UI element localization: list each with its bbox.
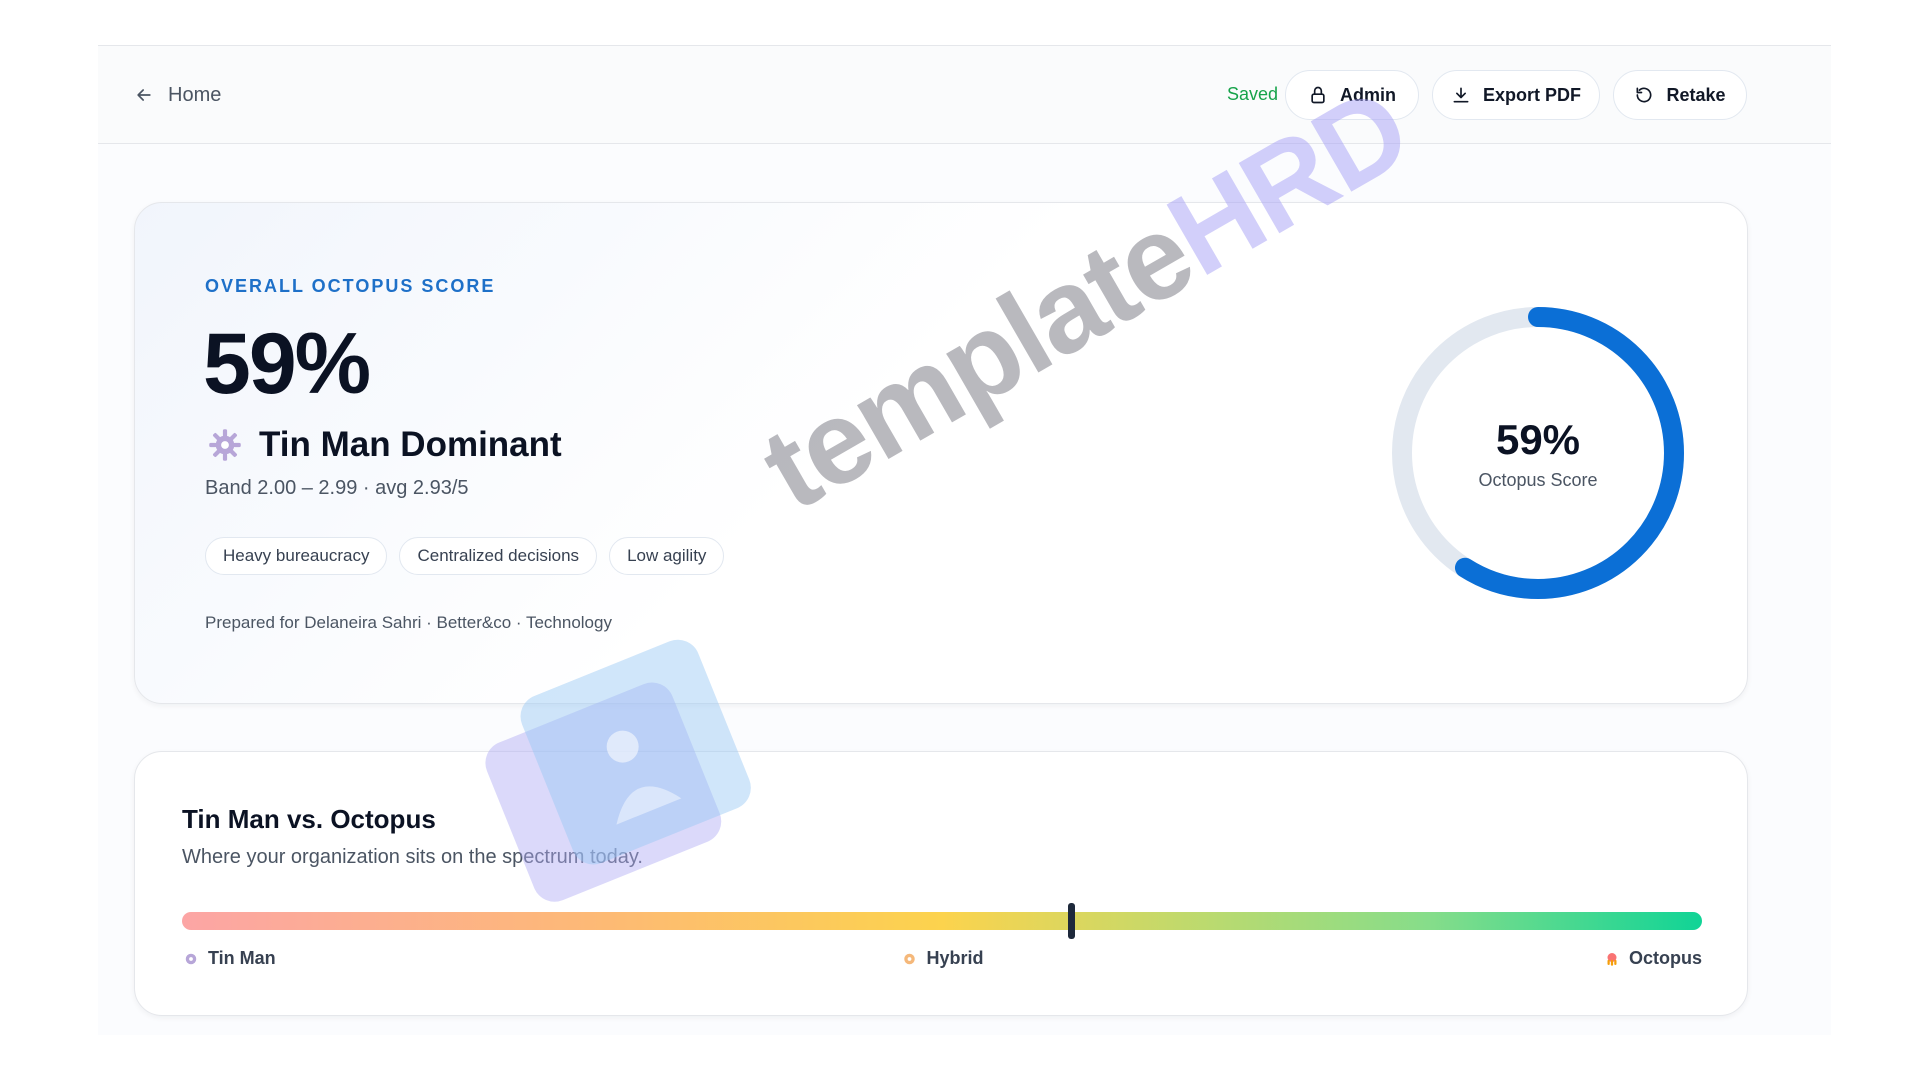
spectrum-bar (182, 903, 1702, 939)
type-row: Tin Man Dominant (207, 425, 562, 465)
tag-chip: Centralized decisions (399, 537, 598, 575)
retake-label: Retake (1666, 84, 1726, 105)
ring-center: 59% Octopus Score (1388, 303, 1688, 603)
type-title: Tin Man Dominant (259, 425, 562, 464)
top-bar: Home Saved Admin Export PDF Retake (98, 46, 1831, 144)
score-eyebrow: OVERALL OCTOPUS SCORE (205, 276, 496, 296)
export-pdf-button[interactable]: Export PDF (1432, 70, 1600, 120)
spectrum-label-octopus: Octopus (1603, 948, 1702, 969)
tag-chip: Heavy bureaucracy (205, 537, 388, 575)
home-link[interactable]: Home (134, 82, 221, 108)
saved-status: Saved (1227, 84, 1279, 104)
octopus-icon (1607, 952, 1617, 966)
hybrid-icon (904, 953, 915, 964)
spectrum-right-label: Octopus (1628, 948, 1702, 968)
gear-icon (185, 953, 197, 964)
refresh-icon (1636, 87, 1652, 103)
app-frame: Home Saved Admin Export PDF Retake OVERA… (98, 45, 1831, 1035)
admin-button[interactable]: Admin (1285, 70, 1419, 120)
gear-icon (209, 429, 241, 461)
arrow-left-icon (137, 89, 151, 101)
home-label: Home (168, 83, 222, 106)
spectrum-label-tin-man: Tin Man (182, 948, 276, 969)
score-card: OVERALL OCTOPUS SCORE 59% Tin Man Domina… (134, 202, 1748, 704)
export-label: Export PDF (1482, 84, 1581, 105)
tag-list: Heavy bureaucracy Centralized decisions … (205, 537, 725, 575)
prepared-for-text: Prepared for Delaneira Sahri · Better&co… (205, 613, 612, 632)
spectrum-labels: Tin Man Hybrid Octopus (182, 948, 1702, 972)
download-icon (1453, 87, 1469, 103)
spectrum-card: Tin Man vs. Octopus Where your organizat… (134, 751, 1748, 1016)
band-text: Band 2.00 – 2.99 · avg 2.93/5 (205, 477, 469, 499)
ring-value: 59% (1495, 415, 1581, 463)
lock-icon (1311, 86, 1325, 104)
spectrum-left-label: Tin Man (208, 948, 276, 968)
retake-button[interactable]: Retake (1613, 70, 1747, 120)
score-ring: 59% Octopus Score (1388, 303, 1688, 603)
ring-label: Octopus Score (1478, 469, 1598, 490)
spectrum-label-hybrid: Hybrid (900, 948, 984, 969)
spectrum-marker (1068, 903, 1076, 939)
spectrum-middle-label: Hybrid (926, 948, 984, 968)
admin-label: Admin (1340, 84, 1396, 105)
spectrum-subtitle: Where your organization sits on the spec… (182, 846, 643, 868)
spectrum-title: Tin Man vs. Octopus (182, 804, 436, 834)
score-value: 59% (203, 316, 371, 412)
tag-chip: Low agility (609, 537, 725, 575)
